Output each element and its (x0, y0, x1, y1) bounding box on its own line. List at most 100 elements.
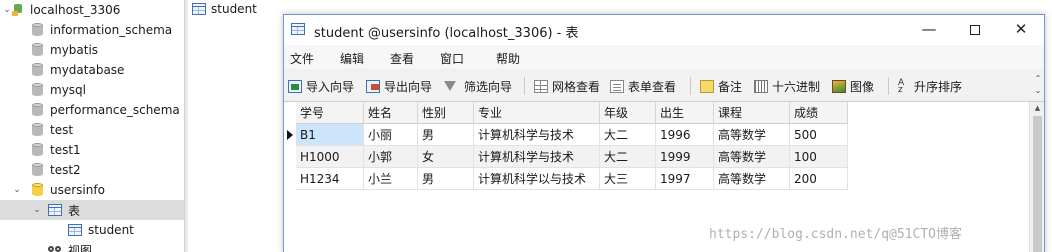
image-label: 图像 (850, 79, 875, 94)
table-cell[interactable]: 高等数学 (714, 124, 790, 146)
memo-button[interactable]: 备注 (700, 77, 742, 95)
tree-connection[interactable]: ⌄ localhost_3306 (0, 0, 184, 20)
pane-splitter[interactable] (184, 0, 188, 252)
table-cell[interactable]: 大二 (600, 124, 656, 146)
table-cell[interactable]: 计算机科学与技术 (474, 124, 600, 146)
table-cell[interactable]: 大三 (600, 168, 656, 190)
table-row[interactable]: H1234 小兰男计算机科学以与技术 大三 1997 高等数学 200 (284, 168, 848, 190)
import-wizard-button[interactable]: 导入向导 (288, 77, 354, 95)
table-cell[interactable]: H1000 (296, 146, 364, 168)
column-header[interactable]: 成绩 (790, 102, 848, 124)
form-icon (610, 79, 624, 93)
column-header[interactable]: 性别 (418, 102, 474, 124)
tree-db-test[interactable]: test (0, 120, 184, 140)
sort-ascending-label: 升序排序 (914, 79, 963, 94)
table-cell[interactable]: B1 (296, 124, 364, 146)
menu-edit[interactable]: 编辑 (340, 50, 364, 67)
tree-views-group[interactable]: 视图 (0, 240, 184, 252)
table-row[interactable]: B1 小丽男计算机科学与技术 大二 1996 高等数学 500 (284, 124, 848, 146)
minimize-button[interactable]: — (906, 15, 952, 45)
collapse-icon[interactable]: ⌄ (32, 205, 42, 215)
tree-db-test2[interactable]: test2 (0, 160, 184, 180)
menu-view[interactable]: 查看 (390, 50, 414, 67)
toolbar-separator (524, 77, 525, 95)
toolbar-scroll-icon[interactable]: ⌃ ⌄ (1033, 73, 1043, 99)
table-cell[interactable]: 小兰 (364, 168, 418, 190)
scrollbar-thumb[interactable] (1033, 116, 1042, 252)
tree-tables-group[interactable]: ⌄ 表 (0, 200, 184, 220)
database-icon (32, 63, 43, 77)
maximize-button[interactable] (952, 15, 998, 45)
column-header[interactable]: 出生 (656, 102, 714, 124)
table-cell[interactable]: 1997 (656, 168, 714, 190)
sort-ascending-button[interactable]: Az 升序排序 (898, 77, 962, 95)
table-cell[interactable]: 小郭 (364, 146, 418, 168)
tree-db-mybatis[interactable]: mybatis (0, 40, 184, 60)
toolbar-separator (888, 77, 889, 95)
menu-help[interactable]: 帮助 (496, 50, 520, 67)
menu-window[interactable]: 窗口 (440, 50, 464, 67)
table-cell[interactable]: 100 (790, 146, 848, 168)
column-header[interactable]: 专业 (474, 102, 600, 124)
object-tab-label: student (211, 2, 257, 16)
grid-view-button[interactable]: 网格查看 (534, 77, 600, 95)
database-label: test1 (50, 143, 81, 157)
header-row[interactable]: 学号 姓名 性别 专业 年级 出生 课程 成绩 (284, 102, 848, 124)
database-label: information_schema (50, 23, 173, 37)
table-cell[interactable]: 高等数学 (714, 168, 790, 190)
menu-file[interactable]: 文件 (290, 50, 314, 67)
column-header[interactable]: 年级 (600, 102, 656, 124)
tree-table-student[interactable]: student (0, 220, 184, 240)
collapse-icon[interactable]: ⌄ (2, 5, 12, 15)
memo-label: 备注 (718, 79, 743, 94)
hex-button[interactable]: 十六进制 (754, 77, 820, 95)
table-window: student @usersinfo (localhost_3306) - 表 … (283, 14, 1045, 252)
database-icon (32, 143, 43, 157)
database-open-icon (32, 183, 43, 197)
window-title: student @usersinfo (localhost_3306) - 表 (314, 26, 579, 41)
table-cell[interactable]: 500 (790, 124, 848, 146)
database-icon (32, 43, 43, 57)
table-cell[interactable]: 高等数学 (714, 146, 790, 168)
column-header[interactable]: 课程 (714, 102, 790, 124)
vertical-scrollbar[interactable]: ▲ (1029, 102, 1044, 252)
collapse-icon[interactable]: ⌄ (12, 185, 22, 195)
scroll-up-icon[interactable]: ▲ (1030, 102, 1045, 114)
table-cell[interactable]: 1996 (656, 124, 714, 146)
tree-db-performance-schema[interactable]: performance_schema (0, 100, 184, 120)
table-cell[interactable]: 男 (418, 124, 474, 146)
column-header[interactable]: 学号 (296, 102, 364, 124)
memo-icon (700, 79, 714, 93)
title-bar[interactable]: student @usersinfo (localhost_3306) - 表 … (284, 15, 1044, 45)
table-cell[interactable]: 计算机科学与技术 (474, 146, 600, 168)
table-cell[interactable]: 男 (418, 168, 474, 190)
tree-db-mysql[interactable]: mysql (0, 80, 184, 100)
table-cell[interactable]: 女 (418, 146, 474, 168)
object-tab-student[interactable]: student (192, 0, 257, 18)
table-cell[interactable]: 200 (790, 168, 848, 190)
filter-wizard-button[interactable]: 筛选向导 (444, 77, 512, 95)
table-cell[interactable]: 计算机科学以与技术 (474, 168, 600, 190)
table-cell[interactable]: 1999 (656, 146, 714, 168)
export-wizard-button[interactable]: 导出向导 (366, 77, 432, 95)
table-cell[interactable]: H1234 (296, 168, 364, 190)
tree-db-mydatabase[interactable]: mydatabase (0, 60, 184, 80)
maximize-icon (970, 24, 980, 35)
form-view-button[interactable]: 表单查看 (610, 77, 676, 95)
table-cell[interactable]: 小丽 (364, 124, 418, 146)
tree-db-test1[interactable]: test1 (0, 140, 184, 160)
column-header[interactable]: 姓名 (364, 102, 418, 124)
image-button[interactable]: 图像 (832, 77, 874, 95)
close-button[interactable]: ✕ (998, 15, 1044, 45)
tree-db-information-schema[interactable]: information_schema (0, 20, 184, 40)
table-row[interactable]: H1000 小郭女计算机科学与技术 大二 1999 高等数学 100 (284, 146, 848, 168)
table-cell[interactable]: 大二 (600, 146, 656, 168)
database-label: performance_schema (50, 103, 180, 117)
table-label: student (88, 223, 134, 237)
import-icon (288, 79, 302, 93)
export-wizard-label: 导出向导 (384, 79, 433, 94)
tree-db-usersinfo[interactable]: ⌄ usersinfo (0, 180, 184, 200)
table-icon (291, 23, 305, 35)
database-label: usersinfo (50, 183, 105, 197)
connection-label: localhost_3306 (30, 3, 121, 17)
